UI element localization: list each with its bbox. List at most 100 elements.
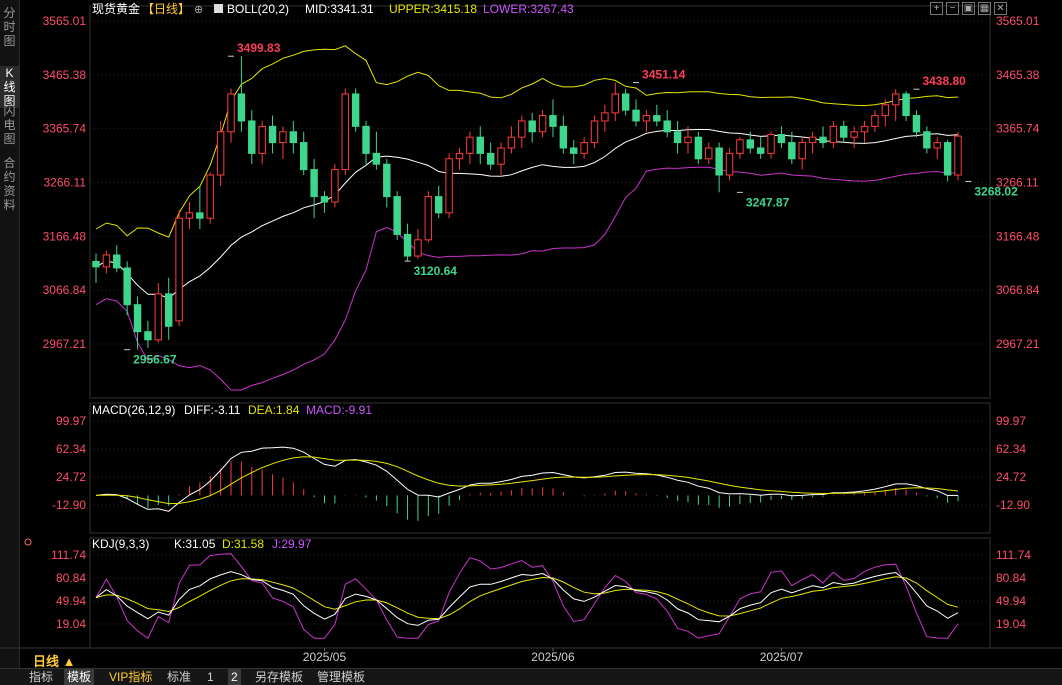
candle-body[interactable] xyxy=(164,293,173,327)
candle-body[interactable] xyxy=(912,115,921,133)
candle-body[interactable] xyxy=(767,133,775,154)
candle-body[interactable] xyxy=(746,139,755,149)
candle-body[interactable] xyxy=(123,267,131,306)
x-axis-label: 2025/05 xyxy=(303,650,347,664)
candle-body[interactable] xyxy=(788,142,796,160)
candle-body[interactable] xyxy=(756,147,765,154)
candle-body[interactable] xyxy=(580,142,588,154)
candle-body[interactable] xyxy=(891,93,900,106)
candle-body[interactable] xyxy=(673,131,682,144)
candle-body[interactable] xyxy=(196,212,204,219)
candle-body[interactable] xyxy=(954,135,962,176)
candle-body[interactable] xyxy=(383,163,391,198)
candle-body[interactable] xyxy=(154,293,163,341)
candle-body[interactable] xyxy=(248,120,256,154)
candle-body[interactable] xyxy=(694,136,703,160)
candle-body[interactable] xyxy=(216,131,225,176)
macd-diff-line xyxy=(95,446,959,512)
candle-body[interactable] xyxy=(549,115,557,127)
footer-tab-0[interactable]: 指标 xyxy=(26,669,56,685)
candle-body[interactable] xyxy=(92,260,100,268)
candle-body[interactable] xyxy=(684,136,692,144)
candle-body[interactable] xyxy=(808,136,817,144)
footer-tab-1[interactable]: 模板 xyxy=(64,669,95,685)
candle-body[interactable] xyxy=(933,142,941,149)
candle-body[interactable] xyxy=(486,152,495,165)
footer-tab-2[interactable]: VIP指标 xyxy=(106,669,155,685)
candle-body[interactable] xyxy=(507,136,516,149)
zoom-out-icon[interactable]: − xyxy=(946,2,959,15)
candle-body[interactable] xyxy=(258,125,266,154)
candle-body[interactable] xyxy=(445,158,453,214)
candle-body[interactable] xyxy=(860,125,869,133)
candle-body[interactable] xyxy=(310,169,318,198)
footer-tab-7[interactable]: 管理模板 xyxy=(314,669,368,685)
candle-body[interactable] xyxy=(144,331,152,341)
candle-body[interactable] xyxy=(663,120,671,133)
footer-tab-4[interactable]: 1 xyxy=(204,669,217,685)
candle-body[interactable] xyxy=(476,136,484,154)
candle-body[interactable] xyxy=(289,131,298,144)
candle-body[interactable] xyxy=(424,196,433,241)
candle-body[interactable] xyxy=(715,147,723,176)
candle-body[interactable] xyxy=(943,142,952,176)
candle-body[interactable] xyxy=(341,93,349,171)
candle-body[interactable] xyxy=(705,147,713,160)
candle-body[interactable] xyxy=(268,125,277,144)
candle-body[interactable] xyxy=(725,152,734,176)
candle-body[interactable] xyxy=(466,136,474,154)
candle-body[interactable] xyxy=(736,139,744,154)
candle-body[interactable] xyxy=(113,254,121,269)
candle-body[interactable] xyxy=(538,115,547,133)
grid-icon[interactable]: ▦ xyxy=(978,2,991,15)
candle-body[interactable] xyxy=(331,169,339,203)
candle-body[interactable] xyxy=(351,93,360,127)
candle-body[interactable] xyxy=(299,142,308,171)
close-icon[interactable]: ✕ xyxy=(994,2,1007,15)
candle-body[interactable] xyxy=(414,239,422,257)
candle-body[interactable] xyxy=(320,196,329,203)
candle-body[interactable] xyxy=(518,120,526,138)
candle-body[interactable] xyxy=(497,147,505,165)
candle-body[interactable] xyxy=(642,115,651,122)
layout-icon[interactable]: ▣ xyxy=(962,2,975,15)
chart-canvas[interactable]: 3565.01 3565.01 3465.38 3465.38 3365.74 3365.… xyxy=(0,0,1062,668)
candle-body[interactable] xyxy=(840,125,848,138)
candle-body[interactable] xyxy=(798,142,806,160)
candle-body[interactable] xyxy=(611,93,619,114)
candle-body[interactable] xyxy=(227,93,235,133)
candle-body[interactable] xyxy=(871,115,879,127)
footer-tab-5[interactable]: 2 xyxy=(228,669,241,685)
candle-body[interactable] xyxy=(570,147,578,154)
candle-body[interactable] xyxy=(362,125,370,154)
candle-body[interactable] xyxy=(590,120,599,144)
candle-body[interactable] xyxy=(902,93,910,117)
candle-body[interactable] xyxy=(175,217,183,322)
candle-body[interactable] xyxy=(559,125,568,149)
candle-body[interactable] xyxy=(403,233,412,257)
candle-body[interactable] xyxy=(653,115,661,122)
candle-body[interactable] xyxy=(850,131,858,138)
candle-body[interactable] xyxy=(206,174,214,219)
candle-body[interactable] xyxy=(435,196,443,214)
candle-body[interactable] xyxy=(829,125,838,144)
candle-body[interactable] xyxy=(133,304,142,333)
candle-body[interactable] xyxy=(923,131,931,149)
footer-tab-6[interactable]: 另存模板 xyxy=(252,669,306,685)
candle-body[interactable] xyxy=(372,152,381,165)
candle-body[interactable] xyxy=(528,120,536,133)
candle-body[interactable] xyxy=(621,93,630,111)
candle-body[interactable] xyxy=(279,131,287,144)
footer-tab-3[interactable]: 标准 xyxy=(164,669,194,685)
zoom-in-icon[interactable]: + xyxy=(930,2,943,15)
candle-body[interactable] xyxy=(237,93,246,122)
candle-body[interactable] xyxy=(185,212,194,219)
candle-body[interactable] xyxy=(819,136,827,144)
candle-body[interactable] xyxy=(393,196,401,235)
candle-body[interactable] xyxy=(881,104,890,117)
candle-body[interactable] xyxy=(601,112,609,122)
candle-body[interactable] xyxy=(777,133,786,144)
candle-body[interactable] xyxy=(455,152,464,160)
candle-body[interactable] xyxy=(632,109,640,122)
candle-body[interactable] xyxy=(102,254,111,268)
